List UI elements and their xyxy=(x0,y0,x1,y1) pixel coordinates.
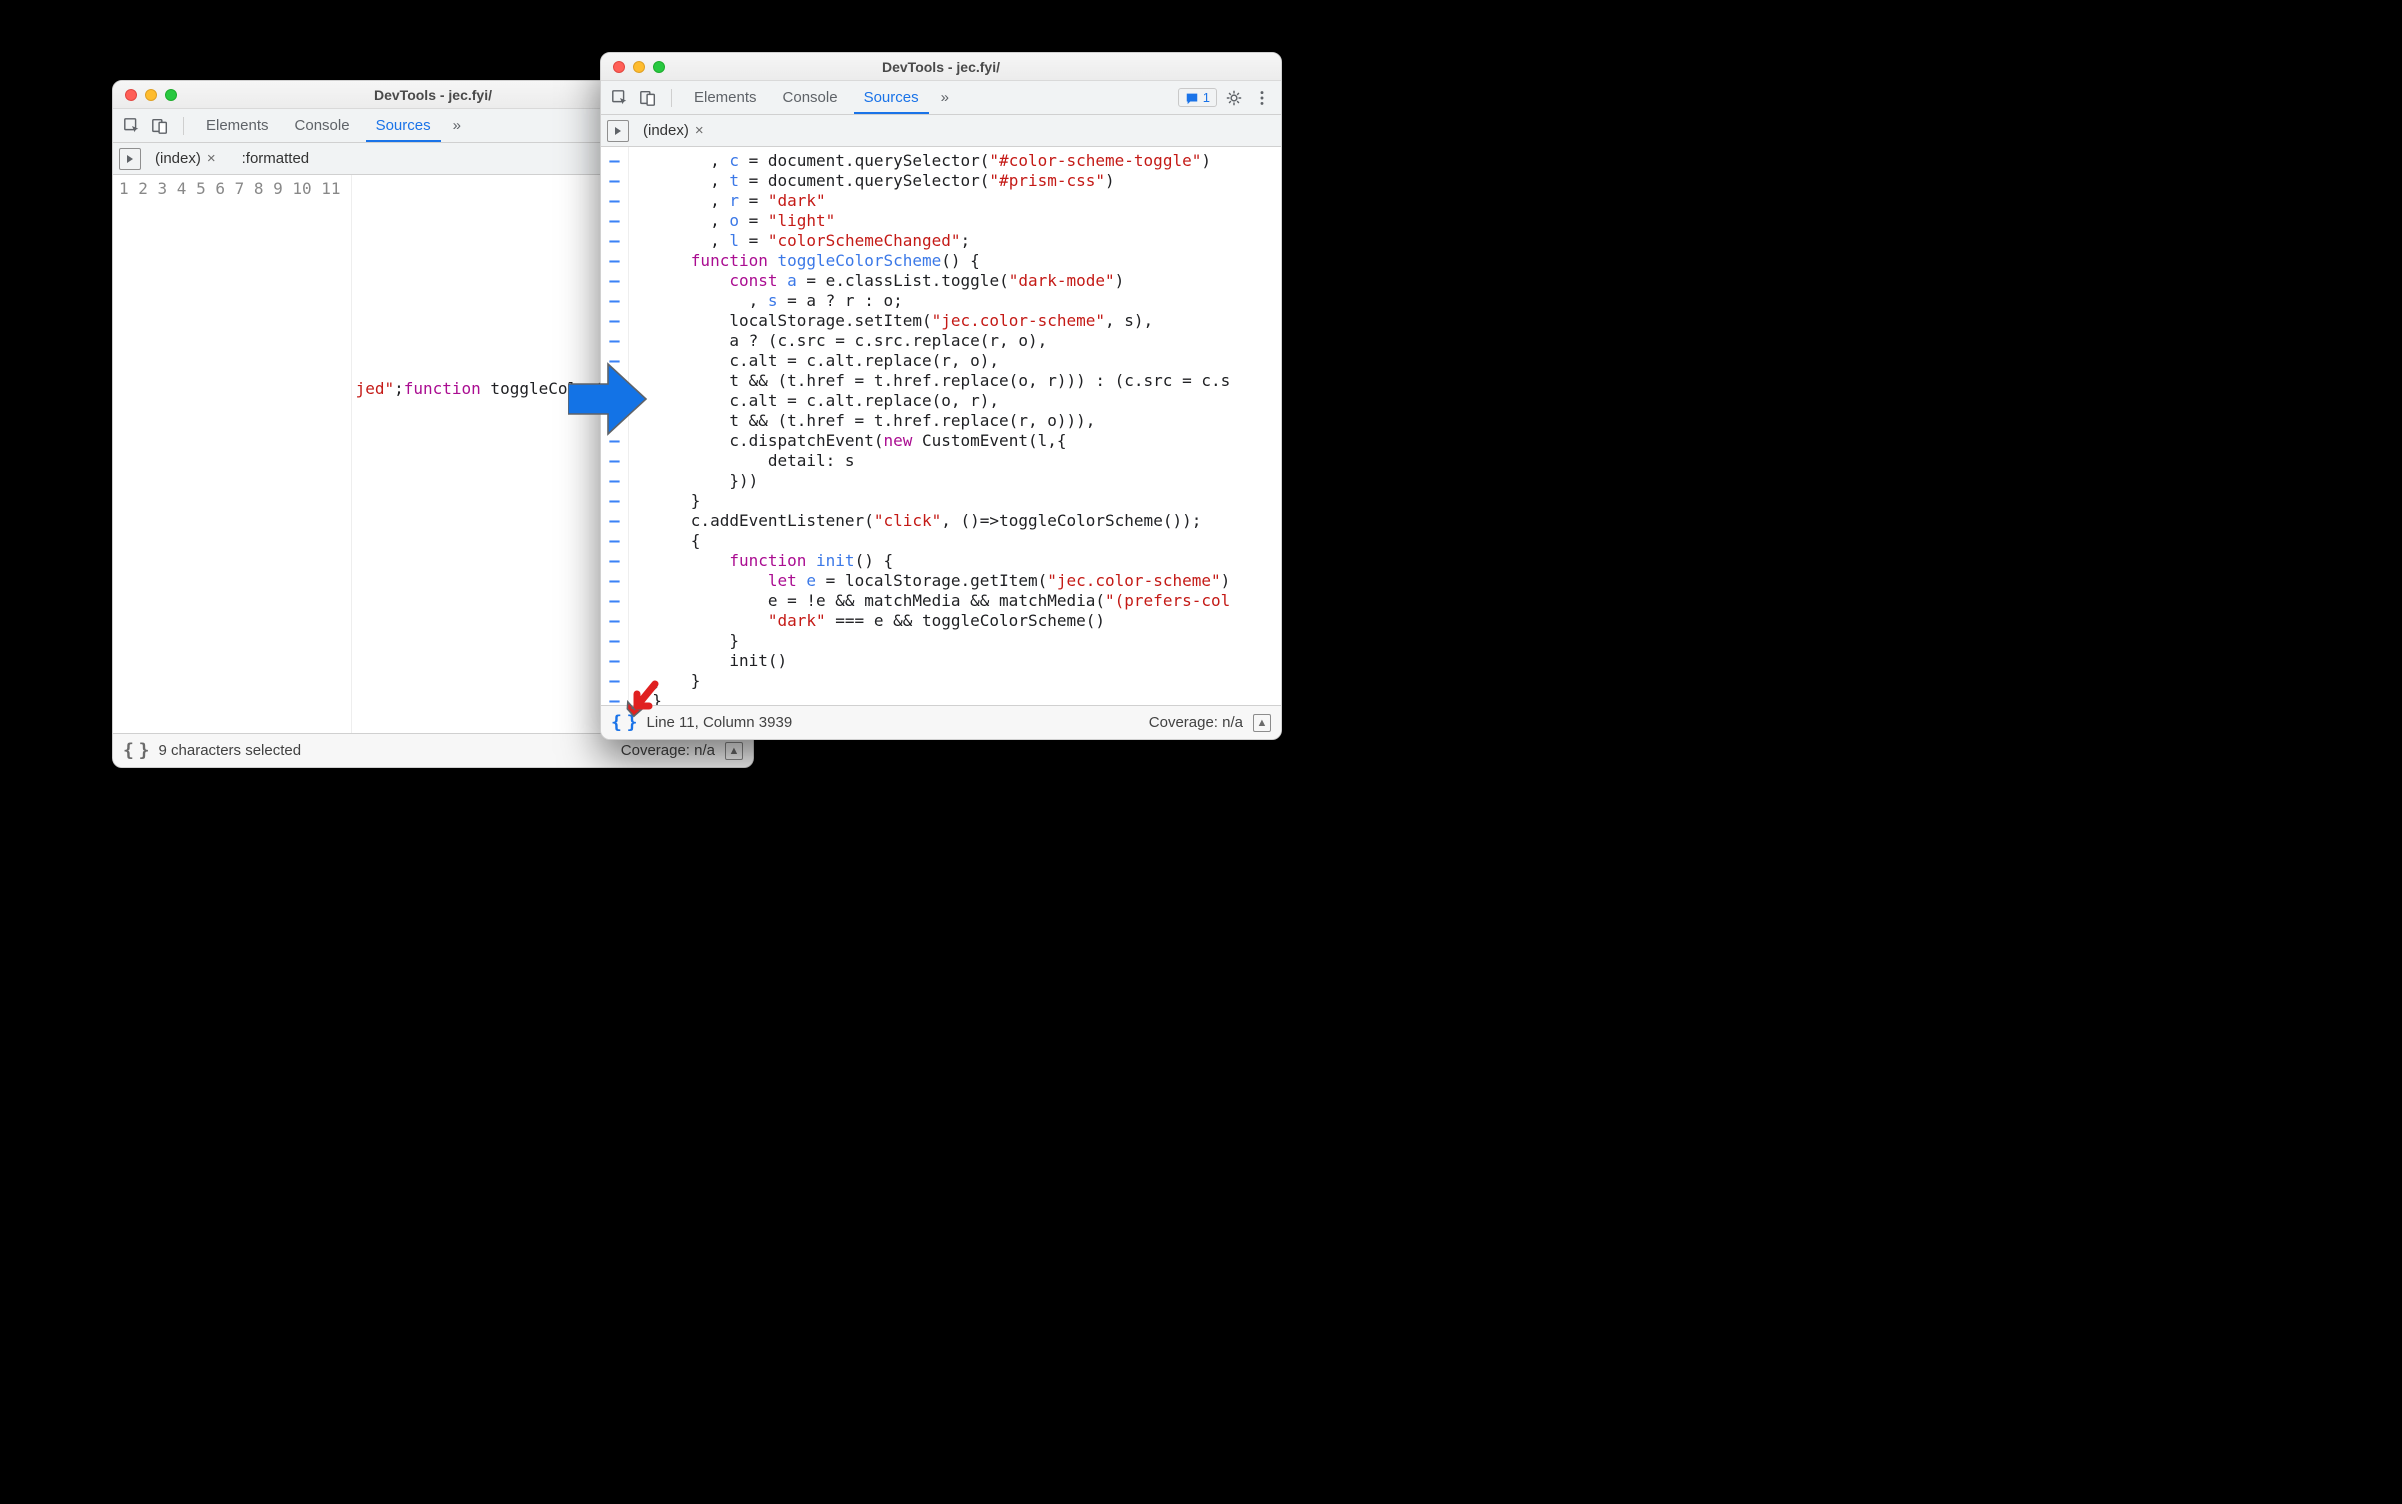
code-content[interactable]: , c = document.querySelector("#color-sch… xyxy=(629,147,1281,705)
file-tab-index[interactable]: (index) × xyxy=(151,146,220,171)
maximize-icon[interactable] xyxy=(165,89,177,101)
close-icon[interactable] xyxy=(125,89,137,101)
code-area: , c = document.querySelector("#color-sch… xyxy=(601,147,1281,705)
inspect-element-icon[interactable] xyxy=(609,87,631,109)
collapse-icon[interactable] xyxy=(1253,714,1271,732)
issues-count: 1 xyxy=(1203,90,1210,105)
settings-gear-icon[interactable] xyxy=(1223,87,1245,109)
cursor-position: Line 11, Column 3939 xyxy=(647,714,793,731)
maximize-icon[interactable] xyxy=(653,61,665,73)
more-panels-icon[interactable] xyxy=(447,117,467,135)
navigator-toggle-icon[interactable] xyxy=(607,120,629,142)
more-panels-icon[interactable] xyxy=(935,89,955,107)
line-gutter: 1 2 3 4 5 6 7 8 9 10 11 xyxy=(113,175,352,733)
file-tab-label: (index) xyxy=(643,122,689,139)
coverage-status: Coverage: n/a xyxy=(1149,714,1243,731)
collapse-icon[interactable] xyxy=(725,742,743,760)
close-tab-icon[interactable]: × xyxy=(207,151,216,166)
issues-badge[interactable]: 1 xyxy=(1178,88,1217,107)
window-title: DevTools - jec.fyi/ xyxy=(601,59,1281,75)
minimize-icon[interactable] xyxy=(145,89,157,101)
file-tab-bar: (index) × xyxy=(601,115,1281,147)
pretty-print-icon[interactable]: { } xyxy=(123,740,147,761)
close-tab-icon[interactable]: × xyxy=(695,123,704,138)
window-controls xyxy=(113,89,177,101)
device-toggle-icon[interactable] xyxy=(149,115,171,137)
tab-console[interactable]: Console xyxy=(773,83,848,112)
annotation-blue-arrow-icon xyxy=(568,362,648,436)
file-tab-label: (index) xyxy=(155,150,201,167)
titlebar[interactable]: DevTools - jec.fyi/ xyxy=(601,53,1281,81)
tab-sources[interactable]: Sources xyxy=(854,83,929,114)
navigator-toggle-icon[interactable] xyxy=(119,148,141,170)
file-tab-index[interactable]: (index) × xyxy=(639,118,708,143)
device-toggle-icon[interactable] xyxy=(637,87,659,109)
file-tab-formatted[interactable]: :formatted xyxy=(238,146,314,171)
tab-sources[interactable]: Sources xyxy=(366,111,441,142)
annotation-red-arrow-icon xyxy=(625,680,665,720)
status-bar: { } Line 11, Column 3939 Coverage: n/a xyxy=(601,705,1281,739)
inspect-element-icon[interactable] xyxy=(121,115,143,137)
coverage-status: Coverage: n/a xyxy=(621,742,715,759)
tab-console[interactable]: Console xyxy=(285,111,360,140)
panel-toolbar: Elements Console Sources 1 xyxy=(601,81,1281,115)
separator xyxy=(671,89,672,107)
tab-elements[interactable]: Elements xyxy=(196,111,279,140)
separator xyxy=(183,117,184,135)
close-icon[interactable] xyxy=(613,61,625,73)
selection-status: 9 characters selected xyxy=(159,742,302,759)
tab-elements[interactable]: Elements xyxy=(684,83,767,112)
file-tab-label: :formatted xyxy=(242,150,310,167)
minimize-icon[interactable] xyxy=(633,61,645,73)
kebab-menu-icon[interactable] xyxy=(1251,87,1273,109)
devtools-window-right: DevTools - jec.fyi/ Elements Console Sou… xyxy=(600,52,1282,740)
window-controls xyxy=(601,61,665,73)
